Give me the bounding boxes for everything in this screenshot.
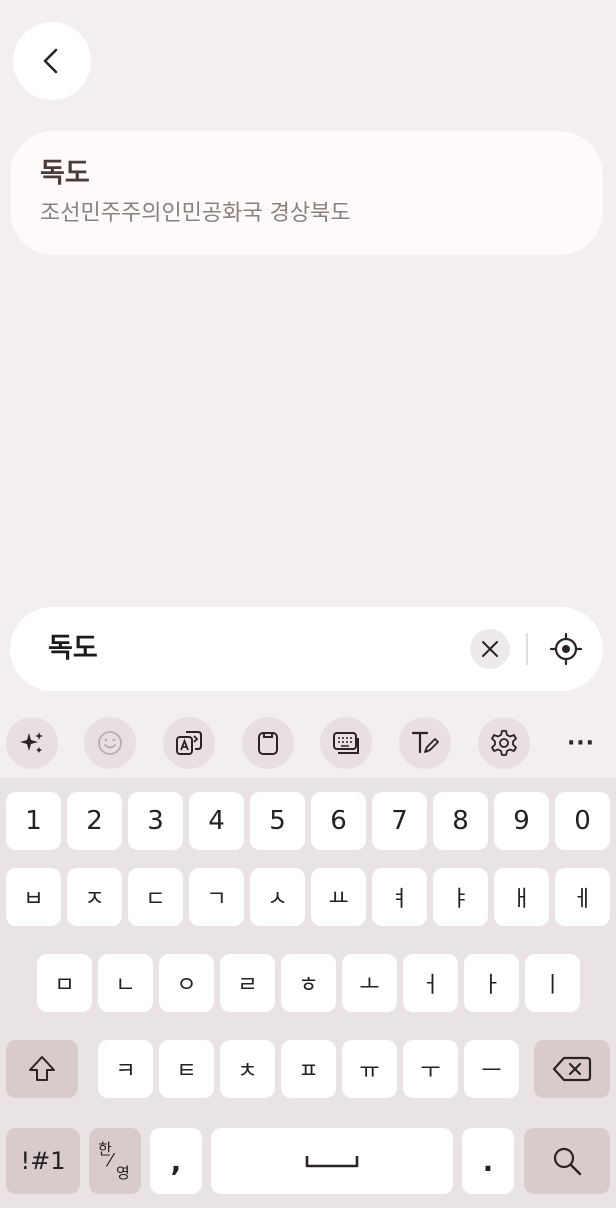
search-result-item[interactable]: 독도 조선민주주의인민공화국 경상북도 [10, 131, 603, 255]
key-eu[interactable]: ㅡ [464, 1040, 519, 1098]
key-ya[interactable]: ㅑ [433, 868, 488, 926]
lang-english-label: 영 [116, 1164, 130, 1182]
clipboard-button[interactable] [242, 717, 294, 769]
key-ieung[interactable]: ㅇ [159, 954, 214, 1012]
more-options-button[interactable]: ··· [555, 717, 607, 769]
key-5[interactable]: 5 [250, 792, 305, 850]
symbols-key[interactable]: !#1 [6, 1128, 80, 1194]
close-icon [482, 641, 498, 657]
key-rieul[interactable]: ㄹ [220, 954, 275, 1012]
key-yu[interactable]: ㅠ [342, 1040, 397, 1098]
sparkle-icon [20, 732, 43, 753]
backspace-key[interactable] [534, 1040, 610, 1098]
key-2[interactable]: 2 [67, 792, 122, 850]
search-bar[interactable]: 독도 [10, 607, 603, 691]
target-icon [549, 632, 583, 666]
slash-icon: ⁄ [109, 1150, 113, 1171]
key-7[interactable]: 7 [372, 792, 427, 850]
shift-key[interactable] [6, 1040, 78, 1098]
keyboard-settings-button[interactable] [478, 717, 530, 769]
key-0[interactable]: 0 [555, 792, 610, 850]
key-eo[interactable]: ㅓ [403, 954, 458, 1012]
ai-tools-button[interactable] [6, 717, 58, 769]
key-nieun[interactable]: ㄴ [98, 954, 153, 1012]
key-4[interactable]: 4 [189, 792, 244, 850]
key-e[interactable]: ㅔ [555, 868, 610, 926]
search-icon [553, 1147, 582, 1176]
handwriting-button[interactable] [399, 717, 451, 769]
clear-button[interactable] [470, 629, 510, 669]
shift-icon [29, 1056, 55, 1081]
key-o[interactable]: ㅗ [342, 954, 397, 1012]
back-button[interactable] [13, 22, 91, 100]
key-3[interactable]: 3 [128, 792, 183, 850]
clipboard-icon [258, 732, 278, 755]
backspace-icon [552, 1056, 592, 1082]
key-siot[interactable]: ㅅ [250, 868, 305, 926]
key-chieut[interactable]: ㅊ [220, 1040, 275, 1098]
key-tieut[interactable]: ㅌ [159, 1040, 214, 1098]
space-key[interactable] [211, 1128, 453, 1194]
comma-key[interactable]: , [150, 1128, 202, 1194]
result-subtitle: 조선민주주의인민공화국 경상북도 [40, 201, 351, 226]
key-kieuk[interactable]: ㅋ [98, 1040, 153, 1098]
key-yo[interactable]: ㅛ [311, 868, 366, 926]
key-8[interactable]: 8 [433, 792, 488, 850]
emoji-icon [98, 731, 122, 755]
key-9[interactable]: 9 [494, 792, 549, 850]
translate-button[interactable] [163, 717, 215, 769]
result-title: 독도 [40, 158, 90, 189]
translate-icon [176, 731, 202, 755]
key-1[interactable]: 1 [6, 792, 61, 850]
language-switch-key[interactable]: 한 ⁄ 영 [89, 1128, 141, 1194]
more-icon: ··· [566, 730, 596, 756]
emoji-button[interactable] [84, 717, 136, 769]
key-pieup[interactable]: ㅍ [281, 1040, 336, 1098]
settings-icon [491, 730, 517, 756]
keyboard-toolbar: ··· [0, 710, 616, 776]
key-6[interactable]: 6 [311, 792, 366, 850]
key-u[interactable]: ㅜ [403, 1040, 458, 1098]
key-digeut[interactable]: ㄷ [128, 868, 183, 926]
key-hieut[interactable]: ㅎ [281, 954, 336, 1012]
key-i[interactable]: ㅣ [525, 954, 580, 1012]
key-jieut[interactable]: ㅈ [67, 868, 122, 926]
keyboard-mode-button[interactable] [320, 717, 372, 769]
key-ae[interactable]: ㅐ [494, 868, 549, 926]
keyboard: 1 2 3 4 5 6 7 8 9 0 ㅂ ㅈ ㄷ ㄱ ㅅ ㅛ ㅕ ㅑ ㅐ ㅔ … [0, 778, 616, 1208]
key-a[interactable]: ㅏ [464, 954, 519, 1012]
chevron-left-icon [43, 48, 58, 74]
key-giyeok[interactable]: ㄱ [189, 868, 244, 926]
keyboard-mode-icon [333, 732, 359, 754]
space-icon [305, 1156, 359, 1168]
search-input[interactable]: 독도 [48, 629, 98, 669]
current-location-button[interactable] [546, 629, 586, 669]
period-key[interactable]: . [462, 1128, 514, 1194]
search-key[interactable] [524, 1128, 610, 1194]
handwriting-icon [411, 731, 439, 754]
key-yeo[interactable]: ㅕ [372, 868, 427, 926]
key-bieup[interactable]: ㅂ [6, 868, 61, 926]
divider [526, 633, 528, 665]
key-mieum[interactable]: ㅁ [37, 954, 92, 1012]
